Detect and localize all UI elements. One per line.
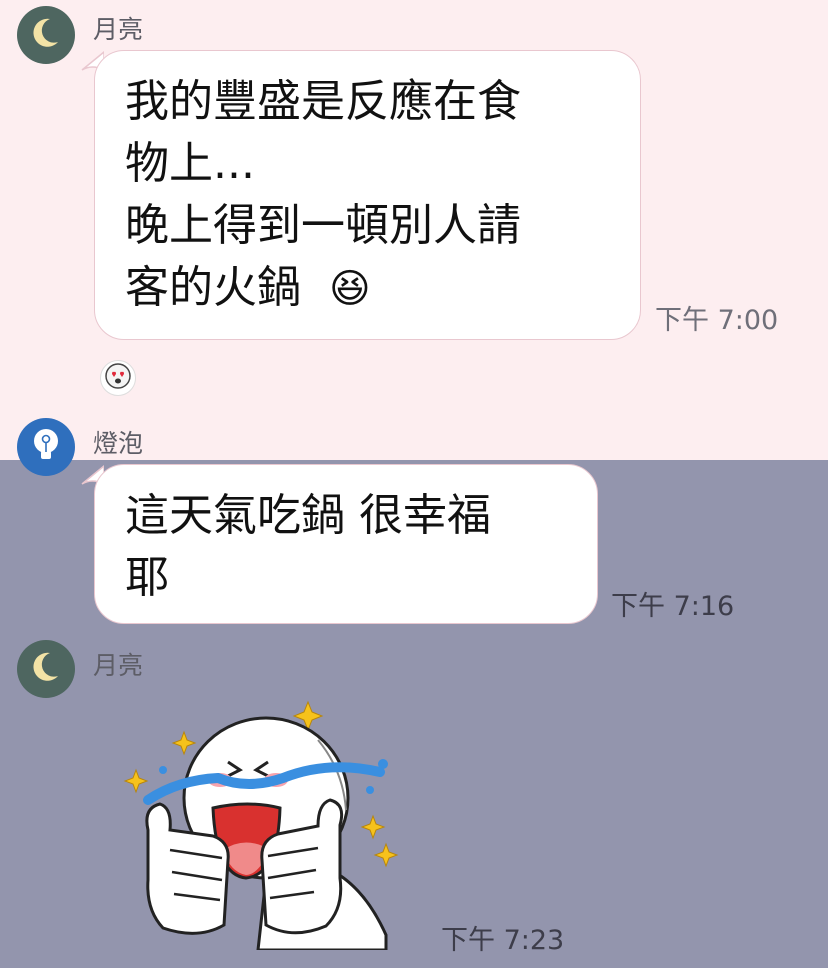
heart-eyes-emoji-icon — [104, 362, 132, 394]
message-line-text: 客的火鍋 — [125, 262, 301, 313]
sticker[interactable] — [118, 700, 408, 952]
message-line: 物上... — [125, 138, 255, 189]
avatar-moon[interactable] — [17, 6, 75, 64]
message-bubble[interactable]: 這天氣吃鍋 很幸福 耶 — [94, 464, 598, 624]
avatar-lightbulb[interactable] — [17, 418, 75, 476]
message-line: 耶 — [125, 552, 169, 603]
message-timestamp: 下午 7:16 — [611, 591, 735, 622]
sender-name: 月亮 — [93, 15, 144, 44]
moon-icon — [17, 638, 75, 700]
message-line: 晚上得到一頓別人請 — [125, 200, 521, 251]
lightbulb-icon — [17, 416, 75, 478]
message-line: 客的火鍋 😆 — [125, 257, 612, 320]
message-line: 這天氣吃鍋 很幸福 — [125, 490, 491, 541]
crying-thumbs-up-sticker-icon — [118, 700, 408, 954]
laughing-emoji: 😆 — [329, 266, 371, 312]
message-timestamp: 下午 7:00 — [655, 305, 779, 336]
moon-icon — [17, 4, 75, 66]
sender-name: 月亮 — [93, 651, 144, 680]
avatar-moon[interactable] — [17, 640, 75, 698]
message-line: 我的豐盛是反應在食 — [125, 76, 521, 127]
message-reaction[interactable] — [100, 360, 136, 396]
sender-name: 燈泡 — [93, 429, 144, 458]
message-bubble[interactable]: 我的豐盛是反應在食 物上... 晚上得到一頓別人請 客的火鍋 😆 — [94, 50, 641, 340]
message-timestamp: 下午 7:23 — [441, 925, 565, 956]
